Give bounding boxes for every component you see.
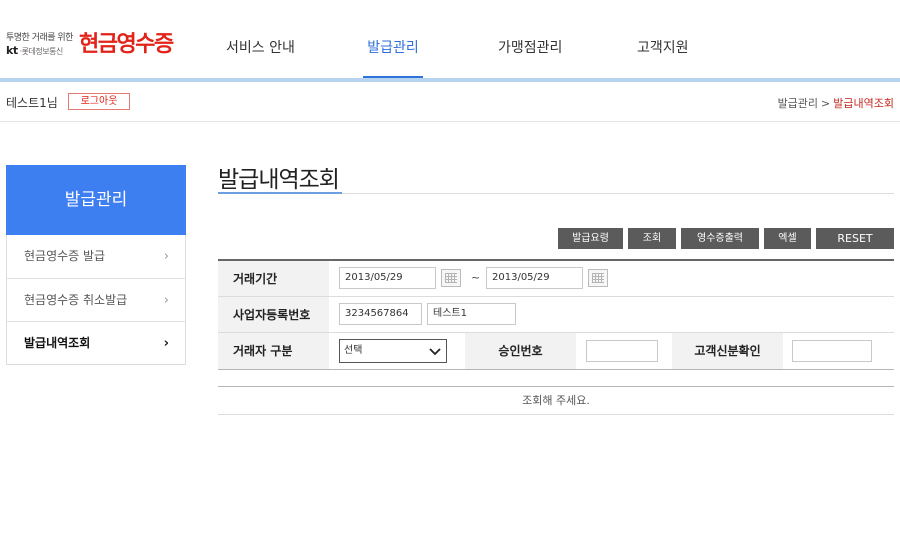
form-row-biz-no: 사업자등록번호 3234567864 테스트1 <box>218 297 894 333</box>
search-form: 거래기간 2013/05/29 ~ 2013/05/29 사업자등록번호 323… <box>218 259 894 370</box>
header-divider <box>0 78 900 82</box>
page-title: 발급내역조회 <box>218 167 340 193</box>
result-message: 조회해 주세요. <box>218 386 894 415</box>
logo-corp-name: 롯데정보통신 <box>21 47 64 56</box>
customer-id-input[interactable] <box>792 340 872 362</box>
biz-name-input[interactable]: 테스트1 <box>427 303 516 325</box>
biz-no-label: 사업자등록번호 <box>218 297 329 332</box>
logout-button[interactable]: 로그아웃 <box>68 93 130 110</box>
biz-no-input[interactable]: 3234567864 <box>339 303 422 325</box>
breadcrumb: 발급관리 > 발급내역조회 <box>778 95 894 111</box>
search-button[interactable]: 조회 <box>628 228 676 249</box>
date-from-input[interactable]: 2013/05/29 <box>339 267 436 289</box>
customer-id-label: 고객신분확인 <box>672 333 783 369</box>
breadcrumb-current: 발급내역조회 <box>833 97 894 110</box>
excel-button[interactable]: 엑셀 <box>764 228 811 249</box>
form-row-trader: 거래자 구분 선택 승인번호 고객신분확인 <box>218 333 894 370</box>
logo[interactable]: 투명한 거래를 위한 kt ·롯데정보통신 현금영수증 <box>6 28 191 62</box>
user-name: 테스트1님 <box>6 96 58 110</box>
date-range-tilde: ~ <box>471 271 481 284</box>
side-menu-item-cancel-issue[interactable]: 현금영수증 취소발급 › <box>7 278 185 321</box>
form-row-period: 거래기간 2013/05/29 ~ 2013/05/29 <box>218 261 894 297</box>
side-menu: 현금영수증 발급 › 현금영수증 취소발급 › 발급내역조회 › <box>6 235 186 365</box>
chevron-down-icon <box>429 348 441 356</box>
chevron-right-icon: › <box>163 249 169 264</box>
side-menu-item-label: 현금영수증 발급 <box>24 249 106 263</box>
side-menu-item-label: 발급내역조회 <box>24 336 91 350</box>
gnb-item-customer-support[interactable]: 고객지원 <box>637 40 689 82</box>
title-underline-accent <box>218 192 342 194</box>
gnb-item-label: 발급관리 <box>367 40 419 56</box>
approval-no-input[interactable] <box>586 340 658 362</box>
util-divider <box>0 121 900 122</box>
approval-no-label: 승인번호 <box>465 333 576 369</box>
side-menu-item-label: 현금영수증 취소발급 <box>24 293 128 307</box>
breadcrumb-parent[interactable]: 발급관리 <box>778 97 818 110</box>
side-menu-item-issue[interactable]: 현금영수증 발급 › <box>7 235 185 278</box>
gnb-item-service[interactable]: 서비스 안내 <box>226 40 295 82</box>
gnb-item-merchant-management[interactable]: 가맹점관리 <box>498 40 562 82</box>
issue-guide-button[interactable]: 발급요령 <box>558 228 623 249</box>
calendar-icon[interactable] <box>441 269 461 287</box>
side-menu-title: 발급관리 <box>6 165 186 235</box>
chevron-right-icon: › <box>163 336 169 351</box>
logo-main-text: 현금영수증 <box>79 32 174 57</box>
logo-tagline: 투명한 거래를 위한 <box>6 33 73 43</box>
side-menu-item-history[interactable]: 발급내역조회 › <box>7 321 185 364</box>
trader-type-label: 거래자 구분 <box>218 333 329 369</box>
trader-type-selected: 선택 <box>344 345 363 356</box>
logo-kt: kt <box>6 44 18 57</box>
trader-type-select[interactable]: 선택 <box>339 339 447 363</box>
breadcrumb-separator: > <box>821 97 831 110</box>
calendar-icon[interactable] <box>588 269 608 287</box>
reset-button[interactable]: RESET <box>816 228 894 249</box>
gnb-item-issue-management[interactable]: 발급관리 <box>363 40 423 82</box>
date-to-input[interactable]: 2013/05/29 <box>486 267 583 289</box>
period-label: 거래기간 <box>218 261 329 296</box>
receipt-print-button[interactable]: 영수증출력 <box>681 228 759 249</box>
chevron-right-icon: › <box>163 293 169 308</box>
logo-corp: kt ·롯데정보통신 <box>6 44 63 57</box>
